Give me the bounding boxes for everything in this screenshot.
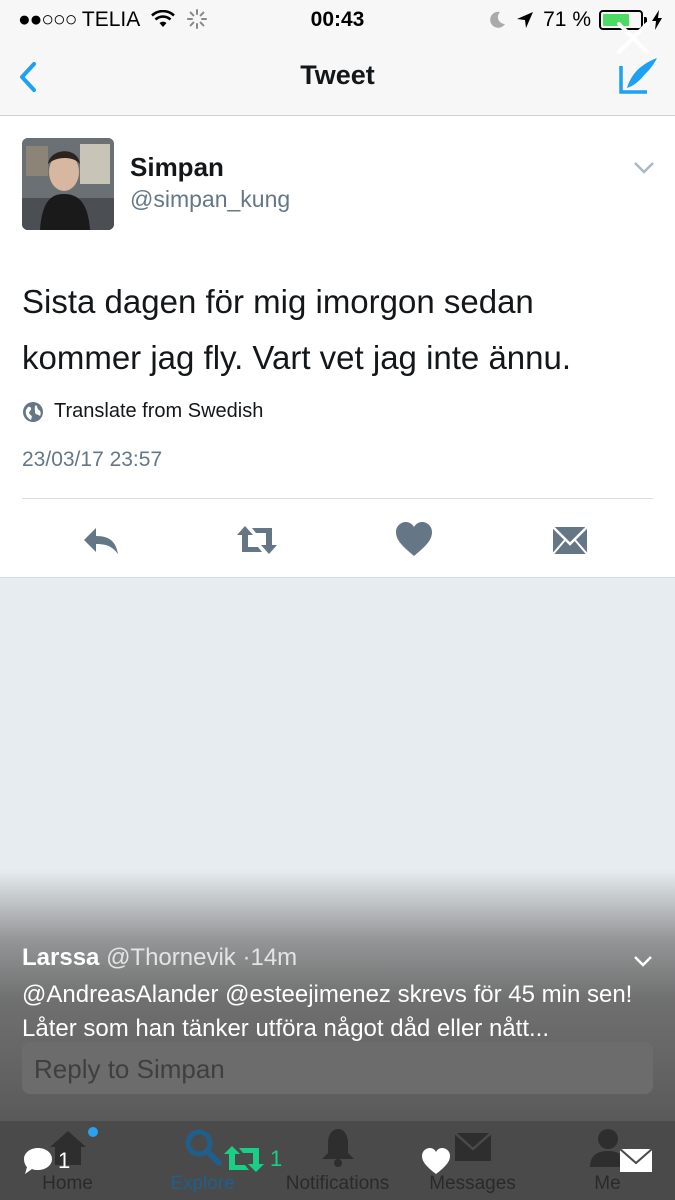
retweet-icon[interactable]	[235, 518, 279, 562]
notification-reply-count: 1	[58, 1148, 71, 1173]
battery-percent: 71 %	[543, 8, 591, 31]
close-icon[interactable]	[613, 18, 653, 58]
translate-link[interactable]: Translate from Swedish	[22, 400, 263, 423]
notification-banner[interactable]: Larssa @Thornevik ·14m @AndreasAlander @…	[0, 940, 675, 1080]
divider	[22, 498, 653, 499]
tweet-timestamp: 23/03/17 23:57	[22, 448, 163, 471]
chevron-down-icon[interactable]	[633, 160, 655, 176]
do-not-disturb-icon	[490, 11, 506, 28]
notification-author: Larssa @Thornevik ·14m	[22, 944, 297, 972]
globe-icon	[23, 401, 43, 422]
direct-message-icon[interactable]	[548, 518, 592, 562]
compose-tweet-icon[interactable]	[615, 52, 661, 98]
avatar[interactable]	[22, 138, 114, 230]
notification-age: 14m	[250, 944, 298, 971]
status-bar: ●●○○○ TELIA 00:43 71 %	[0, 0, 675, 40]
translate-label: Translate from Swedish	[54, 400, 264, 422]
unread-dot	[88, 1127, 98, 1137]
notification-actions: 1 1	[0, 1140, 675, 1190]
notification-text: @AndreasAlander @esteejimenez skrevs för…	[22, 981, 633, 1042]
notification-author-name: Larssa	[22, 944, 100, 971]
page-title: Tweet	[300, 60, 375, 90]
nav-bar: Tweet	[0, 40, 675, 116]
notification-reply-button[interactable]: 1	[22, 1146, 70, 1176]
author-handle[interactable]: @simpan_kung	[130, 186, 290, 213]
heart-icon[interactable]	[392, 518, 436, 562]
retweet-icon	[224, 1146, 264, 1172]
notification-retweet-button[interactable]: 1	[222, 1144, 282, 1174]
notification-author-handle: @Thornevik	[106, 944, 236, 971]
speech-bubble-icon	[24, 1148, 52, 1174]
tweet-actions	[0, 518, 675, 562]
tweet-text: Sista dagen för mig imorgon sedan kommer…	[22, 283, 572, 376]
tweet-card: Simpan @simpan_kung Sista dagen för mig …	[0, 116, 675, 578]
reply-icon[interactable]	[80, 518, 124, 562]
direct-message-icon[interactable]	[619, 1146, 653, 1174]
chevron-down-icon[interactable]	[633, 954, 653, 968]
author-name[interactable]: Simpan	[130, 152, 224, 183]
location-arrow-icon	[517, 12, 534, 28]
heart-icon[interactable]	[420, 1146, 452, 1176]
notification-retweet-count: 1	[270, 1146, 283, 1171]
